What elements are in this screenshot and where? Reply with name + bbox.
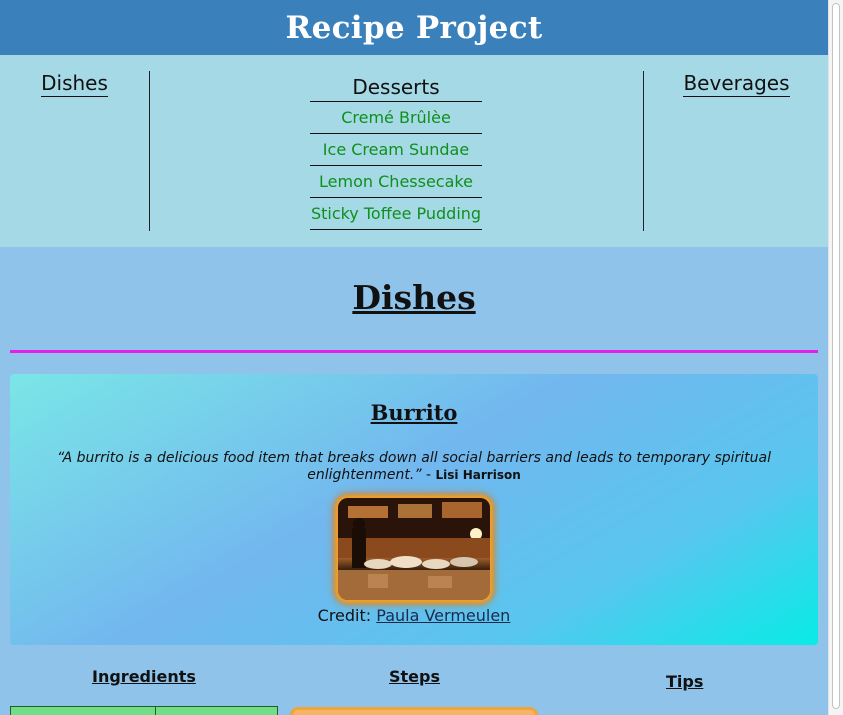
photo-credit: Credit: Paula Vermeulen [10,606,818,625]
nav-dishes-link[interactable]: Dishes [41,71,108,97]
credit-label: Credit: [317,606,372,625]
page: Recipe Project Dishes Desserts Cremé Brû… [0,0,828,715]
credit-author-link[interactable]: Paula Vermeulen [376,606,510,625]
dessert-link-ice-cream-sundae[interactable]: Ice Cream Sundae [310,134,482,166]
nav-column-desserts: Desserts Cremé Brûlèe Ice Cream Sundae L… [150,71,642,230]
recipe-card: Burrito “A burrito is a delicious food i… [10,374,818,645]
nav-menu: Dishes Desserts Cremé Brûlèe Ice Cream S… [0,55,828,247]
section-divider [10,350,818,353]
nav-desserts-link[interactable]: Desserts [310,71,482,102]
recipe-title: Burrito [370,400,458,425]
nav-beverages-link[interactable]: Beverages [683,71,790,97]
quote-text: “A burrito is a delicious food item that… [57,450,771,483]
section-title: Dishes [352,278,476,317]
quote-author: Lisi Harrison [435,468,521,482]
ingredients-table [10,706,278,715]
steps-heading: Steps [389,667,440,686]
table-column-divider [155,707,156,715]
nav-column-beverages: Beverages [643,71,828,231]
site-title: Recipe Project [285,9,543,46]
dessert-link-sticky-toffee-pudding[interactable]: Sticky Toffee Pudding [310,198,482,230]
recipe-photo [338,498,490,600]
tips-heading: Tips [666,672,704,691]
recipe-quote: “A burrito is a delicious food item that… [40,450,788,484]
quote-separator: - [421,467,436,483]
scrollbar-thumb[interactable] [832,3,840,709]
steps-box [290,707,538,715]
site-header: Recipe Project [0,0,828,55]
dessert-link-creme-brulee[interactable]: Cremé Brûlèe [310,102,482,134]
desserts-list: Desserts Cremé Brûlèe Ice Cream Sundae L… [310,71,482,230]
vertical-scrollbar[interactable] [828,0,843,715]
restaurant-photo-illustration [338,498,490,600]
nav-column-dishes: Dishes [0,71,150,231]
dessert-link-lemon-cheesecake[interactable]: Lemon Chessecake [310,166,482,198]
ingredients-heading: Ingredients [92,667,196,686]
